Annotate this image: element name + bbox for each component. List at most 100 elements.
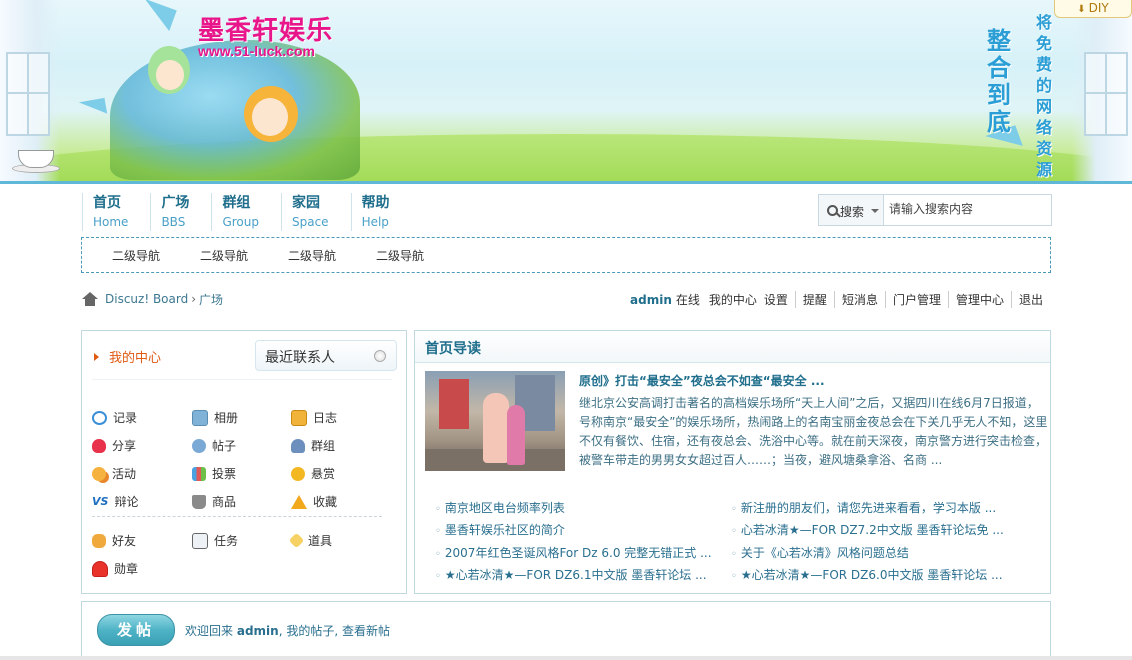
headline-summary: 继北京公安高调打击著名的高档娱乐场所“天上人间”之后，又据四川在线6月7日报道，… bbox=[579, 396, 1048, 467]
subnav-item[interactable]: 二级导航 bbox=[288, 247, 336, 264]
app-goods[interactable]: 商品 bbox=[192, 493, 236, 510]
group-icon bbox=[291, 438, 305, 453]
banner-bottom-line bbox=[0, 181, 1132, 184]
search-box: 搜索 bbox=[818, 194, 1052, 226]
panel-header: 首页导读 bbox=[415, 331, 1050, 363]
settings-link[interactable]: 设置 bbox=[764, 291, 795, 308]
goods-icon bbox=[192, 494, 206, 509]
app-prop[interactable]: 道具 bbox=[288, 532, 333, 549]
headline-photo[interactable] bbox=[425, 371, 565, 471]
app-label: 分享 bbox=[112, 439, 137, 453]
online-status: 在线 bbox=[675, 293, 700, 307]
debate-icon: VS bbox=[92, 495, 109, 508]
reward-icon bbox=[291, 466, 305, 481]
thread-link[interactable]: 新注册的朋友们，请您先进来看看，学习本版 ... bbox=[731, 499, 996, 516]
nav-sublabel: Space bbox=[291, 215, 329, 229]
slogan-small: 将免费的网络资源 bbox=[1035, 13, 1052, 179]
app-log[interactable]: 日志 bbox=[291, 409, 337, 426]
welcome-username-link[interactable]: admin bbox=[237, 624, 279, 638]
app-share[interactable]: 分享 bbox=[92, 437, 136, 454]
nav-sublabel: Help bbox=[361, 215, 389, 229]
breadcrumb-item[interactable]: 广场 bbox=[199, 291, 223, 308]
app-activity[interactable]: 活动 bbox=[92, 465, 136, 482]
app-album[interactable]: 相册 bbox=[192, 409, 238, 426]
my-center-link[interactable]: 我的中心 bbox=[700, 291, 764, 308]
username-link[interactable]: admin bbox=[630, 293, 672, 307]
thread-link[interactable]: 心若冰清★—FOR DZ7.2中文版 墨香轩论坛免 ... bbox=[731, 521, 1004, 538]
app-friend[interactable]: 好友 bbox=[92, 532, 136, 549]
app-label: 道具 bbox=[308, 534, 333, 548]
nav-label: 广场 bbox=[161, 195, 190, 211]
app-label: 活动 bbox=[112, 467, 137, 481]
post-bar: 发帖 欢迎回来 admin, 我的帖子, 查看新帖 bbox=[81, 601, 1051, 657]
app-debate[interactable]: VS 辩论 bbox=[92, 493, 138, 510]
breadcrumb: Discuz! Board › 广场 bbox=[82, 290, 223, 308]
nav-sublabel: Home bbox=[93, 215, 129, 229]
subnav-item[interactable]: 二级导航 bbox=[376, 247, 424, 264]
app-label: 悬赏 bbox=[311, 467, 336, 481]
thread-link[interactable]: 墨香轩娱乐社区的简介 bbox=[435, 521, 565, 538]
new-post-button[interactable]: 发帖 bbox=[97, 614, 175, 646]
record-icon bbox=[92, 410, 107, 425]
recent-contacts-button[interactable]: 最近联系人 bbox=[255, 340, 397, 371]
site-title[interactable]: 墨香轩娱乐 bbox=[198, 10, 333, 47]
favorite-icon bbox=[291, 494, 307, 509]
nav-group[interactable]: 群组 Group bbox=[211, 193, 281, 231]
thread-icon bbox=[192, 438, 206, 453]
panel-title: 首页导读 bbox=[425, 341, 481, 357]
download-arrow-icon: ⬇ bbox=[1077, 4, 1086, 15]
nav-label: 家园 bbox=[291, 195, 320, 211]
app-reward[interactable]: 悬赏 bbox=[291, 465, 335, 482]
app-poll[interactable]: 投票 bbox=[192, 465, 236, 482]
banner-scene-illustration bbox=[110, 40, 360, 180]
nav-bbs[interactable]: 广场 BBS bbox=[150, 193, 211, 231]
divider bbox=[92, 379, 392, 380]
site-url[interactable]: www.51-luck.com bbox=[198, 43, 315, 59]
app-label: 投票 bbox=[212, 467, 237, 481]
share-icon bbox=[92, 438, 106, 453]
headline-link[interactable]: 原创》打击“最安全”夜总会不如查“最安全 ... bbox=[579, 372, 825, 389]
app-task[interactable]: 任务 bbox=[192, 532, 238, 549]
welcome-links[interactable]: , 我的帖子, 查看新帖 bbox=[279, 624, 390, 638]
breadcrumb-item[interactable]: Discuz! Board bbox=[105, 292, 188, 306]
left-window bbox=[6, 52, 50, 136]
subnav-item[interactable]: 二级导航 bbox=[200, 247, 248, 264]
app-label: 勋章 bbox=[114, 562, 139, 576]
task-icon bbox=[192, 532, 208, 549]
app-label: 记录 bbox=[113, 411, 138, 425]
app-label: 日志 bbox=[313, 411, 338, 425]
thread-link[interactable]: 南京地区电台频率列表 bbox=[435, 499, 565, 516]
app-record[interactable]: 记录 bbox=[92, 409, 137, 426]
thread-link[interactable]: 2007年红色圣诞风格For Dz 6.0 完整无错正式 ... bbox=[435, 544, 712, 561]
my-center-toggle[interactable]: 我的中心 bbox=[94, 347, 161, 366]
right-window bbox=[1084, 52, 1128, 136]
app-label: 辩论 bbox=[114, 495, 139, 509]
fairy-green-face bbox=[156, 60, 184, 90]
app-thread[interactable]: 帖子 bbox=[192, 437, 236, 454]
app-label: 好友 bbox=[112, 534, 137, 548]
thread-link[interactable]: ★心若冰清★—FOR DZ6.0中文版 墨香轩论坛 ... bbox=[731, 566, 1003, 583]
search-scope-dropdown[interactable]: 搜索 bbox=[819, 195, 884, 225]
search-input[interactable] bbox=[889, 195, 1045, 223]
thread-link[interactable]: 关于《心若冰清》风格问题总结 bbox=[731, 544, 909, 561]
nav-help[interactable]: 帮助 Help bbox=[350, 193, 412, 231]
portal-admin-link[interactable]: 门户管理 bbox=[884, 291, 948, 308]
app-label: 商品 bbox=[212, 495, 237, 509]
home-icon[interactable] bbox=[82, 292, 98, 306]
log-icon bbox=[291, 409, 307, 426]
nav-home[interactable]: 首页 Home bbox=[82, 193, 150, 231]
app-medal[interactable]: 勋章 bbox=[92, 560, 138, 577]
app-group[interactable]: 群组 bbox=[291, 437, 335, 454]
nav-space[interactable]: 家园 Space bbox=[280, 193, 351, 231]
diy-button[interactable]: ⬇ DIY bbox=[1054, 0, 1132, 18]
admin-center-link[interactable]: 管理中心 bbox=[947, 291, 1011, 308]
subnav-item[interactable]: 二级导航 bbox=[112, 247, 160, 264]
thread-link[interactable]: ★心若冰清★—FOR DZ6.1中文版 墨香轩论坛 ... bbox=[435, 566, 707, 583]
app-favorite[interactable]: 收藏 bbox=[291, 493, 337, 510]
logout-link[interactable]: 退出 bbox=[1010, 291, 1050, 308]
photo-building bbox=[439, 379, 469, 429]
medal-icon bbox=[92, 560, 108, 577]
messages-link[interactable]: 短消息 bbox=[833, 291, 885, 308]
reminder-link[interactable]: 提醒 bbox=[794, 291, 834, 308]
my-center-panel: 我的中心 最近联系人 记录 相册 日志 分享 帖子 群组 活动 投票 悬赏 VS… bbox=[81, 330, 407, 594]
